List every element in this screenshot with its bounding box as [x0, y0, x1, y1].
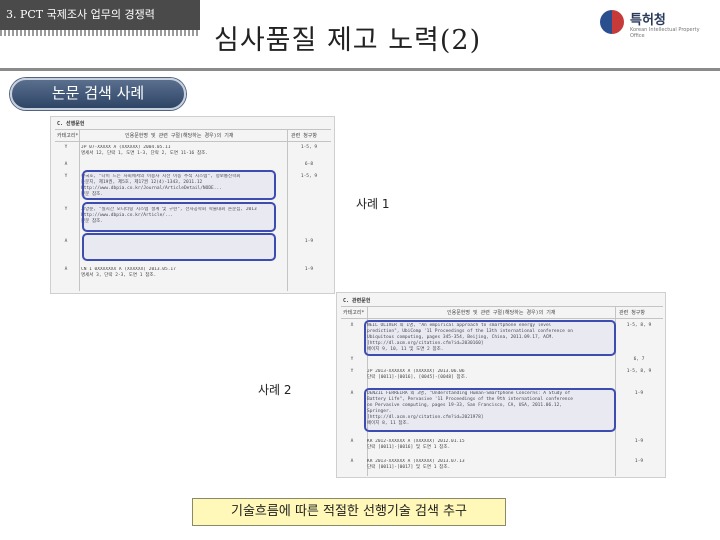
section-tab: 3. PCT 국제조사 업무의 경쟁력	[0, 0, 200, 30]
highlight-box	[82, 233, 276, 261]
doc2-row-claims: 1-9	[634, 459, 644, 464]
kipo-emblem-icon	[600, 10, 624, 34]
doc1-row-category: Y	[64, 145, 68, 150]
doc1-header-claims: 관련 청구항	[291, 133, 318, 139]
doc2-row-claims: 1-9	[634, 439, 644, 444]
doc1-row-citation: CN 1 0XXXXXXX A (XXXXXX) 2013.05.17 명세서 …	[81, 267, 176, 278]
highlight-box	[82, 202, 276, 232]
doc1-header-rule	[55, 141, 331, 142]
doc2-row: A KR 2013-XXXXXX A (XXXXXX) 2013.07.13 단…	[345, 459, 663, 473]
highlight-box	[82, 170, 276, 200]
doc2-row-claims: 1-5, 8, 9	[626, 323, 652, 328]
doc1-row-category: A	[64, 267, 68, 272]
doc1-row-category: Y	[64, 207, 68, 212]
doc1-row-category: Y	[64, 174, 68, 179]
doc2-row-citation: KR 2013-XXXXXX A (XXXXXX) 2013.07.13 단락 …	[367, 459, 465, 470]
case-2-label: 사례 2	[258, 383, 292, 397]
doc2-row-category: Y	[350, 369, 354, 374]
logo-name: 특허청	[630, 13, 666, 28]
kipo-logo: 특허청 Korean Intellectual Property Office	[600, 8, 712, 39]
doc1-row: A CN 1 0XXXXXXX A (XXXXXX) 2013.05.17 명세…	[59, 267, 329, 283]
doc2-row-citation: JP 2013-XXXXXX A (XXXXXX) 2013.06.06 단락 …	[367, 369, 468, 380]
doc2-header-claims: 관련 청구항	[619, 310, 646, 316]
doc2-row-claims: 6, 7	[633, 357, 645, 362]
doc2-row-claims: 1-5, 8, 9	[626, 369, 652, 374]
doc2-row-category: Y	[350, 357, 354, 362]
doc2-row-category: A	[350, 439, 354, 444]
doc2-header-category: 카테고리*	[343, 310, 365, 316]
paper-search-badge: 논문 검색 사례	[10, 78, 186, 110]
doc1-row-claims: 1-5, 9	[300, 174, 318, 179]
doc2-row-category: A	[350, 459, 354, 464]
highlight-box	[364, 388, 616, 432]
logo-subtitle: Korean Intellectual Property Office	[630, 27, 700, 39]
doc1-row-claims: 6-8	[304, 162, 314, 167]
section-tab-pattern	[0, 30, 200, 36]
doc2-row: Y 6, 7	[345, 357, 663, 365]
doc1-section-title: C. 선행문헌	[57, 121, 85, 127]
doc1-row-claims: 1-5, 9	[300, 145, 318, 150]
doc1-row: Y JP 07-XXXXX A (XXXXXX) 2004.05.11 명세서 …	[59, 145, 329, 159]
slide-header: 3. PCT 국제조사 업무의 경쟁력 심사품질 제고 노력(2) 특허청 Ko…	[0, 0, 720, 68]
doc1-row-claims: 1-9	[304, 239, 314, 244]
doc2-row-category: X	[350, 323, 354, 328]
highlight-box	[364, 320, 616, 356]
doc1-row-citation: JP 07-XXXXX A (XXXXXX) 2004.05.11 명세서 12…	[81, 145, 208, 156]
doc1-row-category: A	[64, 239, 68, 244]
doc2-row-citation: KR 2012-XXXXXX A (XXXXXX) 2012.01.15 단락 …	[367, 439, 465, 450]
doc1-header-citation: 인용문헌명 및 관련 구절(해당하는 경우)의 기재	[125, 133, 234, 139]
doc1-header-category: 카테고리*	[57, 133, 79, 139]
doc1-row: A 6-8	[59, 162, 329, 170]
caption-box: 기술흐름에 따른 적절한 선행기술 검색 추구	[192, 498, 506, 526]
header-divider	[0, 68, 720, 71]
slide-title: 심사품질 제고 노력(2)	[214, 25, 482, 56]
doc2-header-citation: 인용문헌명 및 관련 구절(해당하는 경우)의 기재	[447, 310, 556, 316]
doc2-row-category: A	[350, 391, 354, 396]
doc2-row: A KR 2012-XXXXXX A (XXXXXX) 2012.01.15 단…	[345, 439, 663, 453]
doc2-row: Y JP 2013-XXXXXX A (XXXXXX) 2013.06.06 단…	[345, 369, 663, 383]
doc1-top-rule	[55, 129, 331, 130]
doc2-row-claims: 1-9	[634, 391, 644, 396]
doc2-section-title: C. 관련문헌	[343, 298, 371, 304]
case-1-label: 사례 1	[356, 197, 390, 211]
doc1-row-category: A	[64, 162, 68, 167]
doc1-row-claims: 1-9	[304, 267, 314, 272]
